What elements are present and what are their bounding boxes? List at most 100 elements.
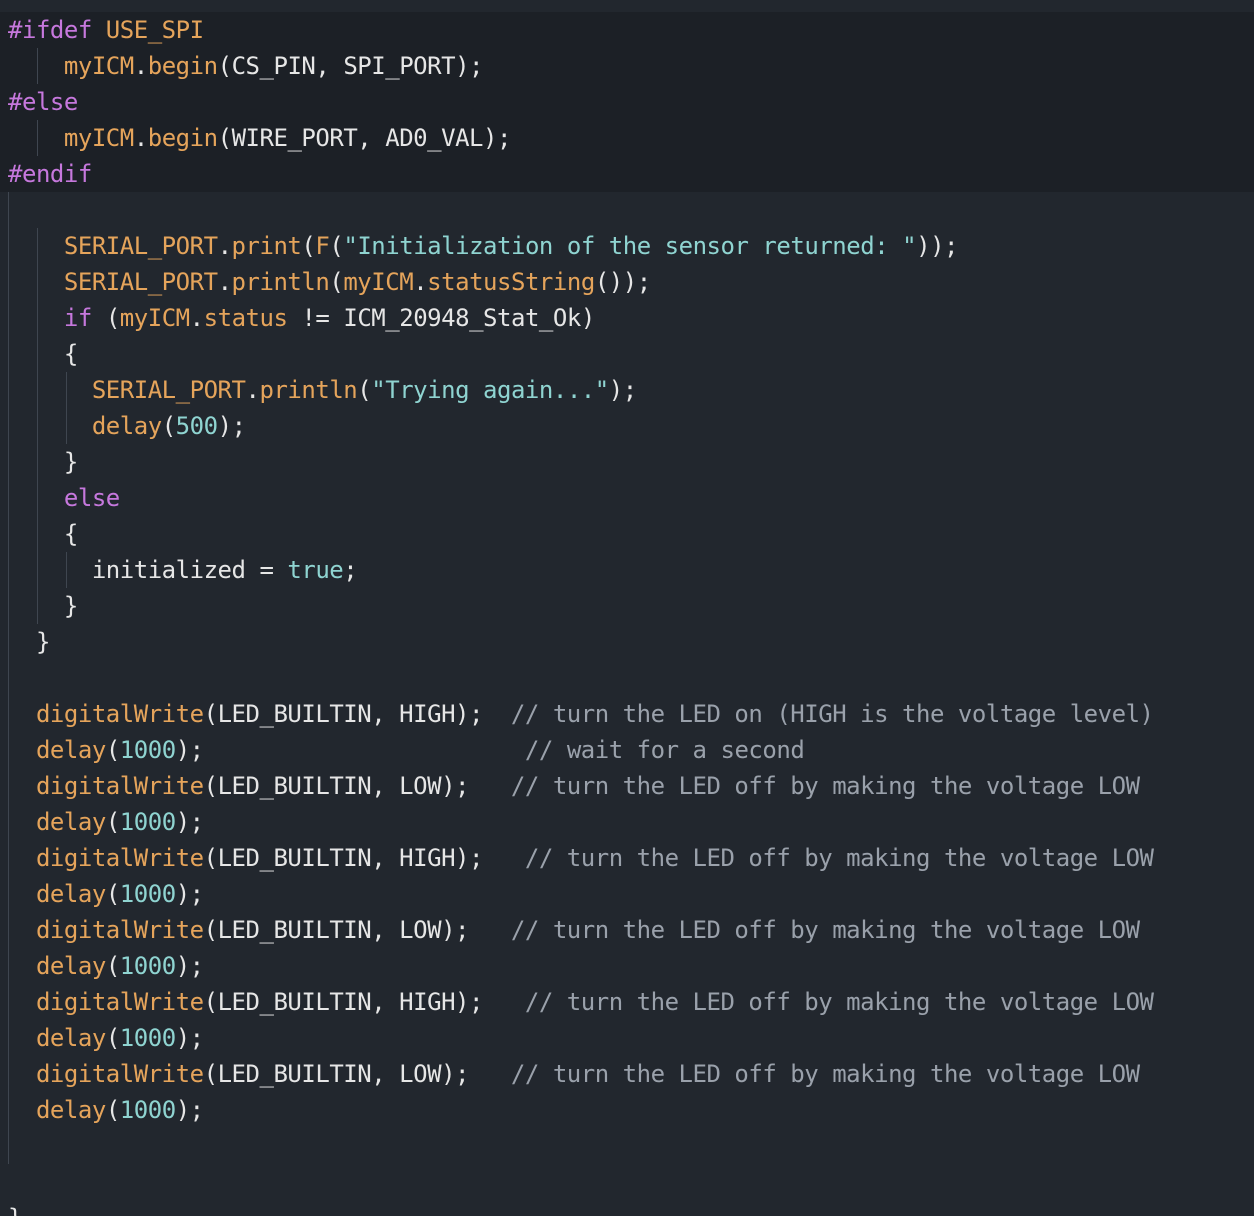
code-token: delay bbox=[35, 736, 106, 764]
code-token: ( bbox=[105, 880, 120, 908]
code-line[interactable]: if (myICM.status != ICM_20948_Stat_Ok) bbox=[8, 300, 595, 336]
code-token: 500 bbox=[175, 412, 218, 440]
code-token: ( bbox=[105, 1024, 120, 1052]
code-token: ( bbox=[105, 736, 120, 764]
code-token: { bbox=[8, 520, 78, 548]
code-token: digitalWrite bbox=[35, 916, 204, 944]
code-token: // turn the LED off by making the voltag… bbox=[510, 916, 1140, 944]
code-token: myICM bbox=[119, 304, 190, 332]
code-line[interactable]: digitalWrite(LED_BUILTIN, LOW); // turn … bbox=[8, 1056, 1140, 1092]
code-token: F bbox=[315, 232, 330, 260]
code-token: 1000 bbox=[119, 952, 176, 980]
code-token: . bbox=[133, 124, 148, 152]
code-line[interactable]: digitalWrite(LED_BUILTIN, LOW); // turn … bbox=[8, 912, 1140, 948]
code-line[interactable]: delay(1000); // wait for a second bbox=[8, 732, 805, 768]
code-line[interactable]: { bbox=[8, 516, 78, 552]
code-token: delay bbox=[35, 808, 106, 836]
code-token: true bbox=[287, 556, 344, 584]
code-token: ( bbox=[105, 952, 120, 980]
code-token: begin bbox=[147, 52, 218, 80]
code-token: // turn the LED off by making the voltag… bbox=[524, 844, 1154, 872]
code-token: "Trying again..." bbox=[371, 376, 609, 404]
code-token: . bbox=[245, 376, 260, 404]
code-token: } bbox=[8, 628, 50, 656]
code-line[interactable]: SERIAL_PORT.println("Trying again..."); bbox=[8, 372, 637, 408]
code-token: ); bbox=[217, 412, 246, 440]
code-line[interactable]: initialized = true; bbox=[8, 552, 358, 588]
code-line[interactable]: #endif bbox=[8, 156, 92, 192]
code-line[interactable]: delay(1000); bbox=[8, 1020, 204, 1056]
code-token: 1000 bbox=[119, 808, 176, 836]
code-token: (LED_BUILTIN, HIGH); bbox=[203, 700, 511, 728]
code-line[interactable]: myICM.begin(CS_PIN, SPI_PORT); bbox=[8, 48, 484, 84]
code-token: #ifdef bbox=[8, 16, 106, 44]
code-line[interactable]: delay(500); bbox=[8, 408, 246, 444]
code-token: myICM bbox=[63, 124, 134, 152]
code-token: digitalWrite bbox=[35, 844, 204, 872]
code-token: println bbox=[259, 376, 358, 404]
code-line[interactable]: } bbox=[8, 444, 78, 480]
code-line[interactable]: delay(1000); bbox=[8, 1092, 204, 1128]
code-editor[interactable]: #ifdef USE_SPI myICM.begin(CS_PIN, SPI_P… bbox=[0, 0, 1254, 1216]
code-token: // turn the LED off by making the voltag… bbox=[510, 772, 1140, 800]
code-token: SERIAL_PORT bbox=[63, 268, 218, 296]
code-line[interactable]: { bbox=[8, 336, 78, 372]
code-token: . bbox=[217, 268, 232, 296]
code-token: // turn the LED off by making the voltag… bbox=[524, 988, 1154, 1016]
code-token: digitalWrite bbox=[35, 1060, 204, 1088]
code-line[interactable]: delay(1000); bbox=[8, 804, 204, 840]
code-token: ); bbox=[175, 880, 204, 908]
code-token: // turn the LED off by making the voltag… bbox=[510, 1060, 1140, 1088]
code-token: SERIAL_PORT bbox=[91, 376, 246, 404]
code-token: (CS_PIN, SPI_PORT); bbox=[217, 52, 484, 80]
code-line[interactable]: SERIAL_PORT.print(F("Initialization of t… bbox=[8, 228, 959, 264]
code-line[interactable]: delay(1000); bbox=[8, 948, 204, 984]
code-line[interactable]: #else bbox=[8, 84, 78, 120]
code-token: (LED_BUILTIN, HIGH); bbox=[203, 844, 525, 872]
code-line[interactable]: digitalWrite(LED_BUILTIN, HIGH); // turn… bbox=[8, 840, 1154, 876]
code-token: (LED_BUILTIN, LOW); bbox=[203, 772, 511, 800]
code-token: != ICM_20948_Stat_Ok) bbox=[287, 304, 595, 332]
code-token: #else bbox=[8, 88, 78, 116]
code-token: #endif bbox=[8, 160, 92, 188]
code-token: ()); bbox=[594, 268, 651, 296]
code-token: println bbox=[231, 268, 330, 296]
code-line[interactable]: #ifdef USE_SPI bbox=[8, 12, 204, 48]
code-token: ); bbox=[175, 1096, 204, 1124]
code-token: ); bbox=[175, 736, 525, 764]
code-line[interactable]: else bbox=[8, 480, 120, 516]
code-token: delay bbox=[35, 1024, 106, 1052]
code-line[interactable]: delay(1000); bbox=[8, 876, 204, 912]
code-token: )); bbox=[916, 232, 959, 260]
code-token: print bbox=[231, 232, 302, 260]
code-line[interactable]: } bbox=[8, 588, 78, 624]
code-token: myICM bbox=[343, 268, 414, 296]
code-token: begin bbox=[147, 124, 218, 152]
code-line[interactable]: digitalWrite(LED_BUILTIN, HIGH); // turn… bbox=[8, 696, 1154, 732]
code-token: USE_SPI bbox=[105, 16, 204, 44]
code-line[interactable]: digitalWrite(LED_BUILTIN, HIGH); // turn… bbox=[8, 984, 1154, 1020]
code-line[interactable]: SERIAL_PORT.println(myICM.statusString()… bbox=[8, 264, 651, 300]
code-token: ( bbox=[91, 304, 120, 332]
code-line[interactable]: digitalWrite(LED_BUILTIN, LOW); // turn … bbox=[8, 768, 1140, 804]
code-token: } bbox=[8, 1204, 22, 1216]
code-line[interactable]: } bbox=[8, 1200, 22, 1216]
code-token: digitalWrite bbox=[35, 772, 204, 800]
code-token: ( bbox=[329, 268, 344, 296]
code-token: 1000 bbox=[119, 1096, 176, 1124]
code-line[interactable]: myICM.begin(WIRE_PORT, AD0_VAL); bbox=[8, 120, 512, 156]
code-token: { bbox=[8, 340, 78, 368]
code-token: (WIRE_PORT, AD0_VAL); bbox=[217, 124, 512, 152]
code-token: . bbox=[217, 232, 232, 260]
code-line[interactable]: } bbox=[8, 624, 50, 660]
code-token: status bbox=[203, 304, 288, 332]
